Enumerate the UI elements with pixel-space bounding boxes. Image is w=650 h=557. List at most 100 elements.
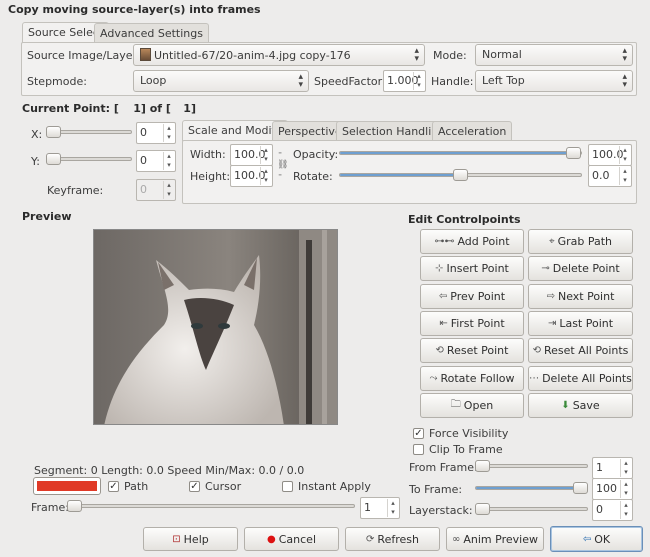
x-spin[interactable]: 0 ▴ ▾	[136, 122, 176, 144]
ok-button[interactable]: ⇦ OK	[550, 526, 643, 552]
from-frame-slider[interactable]	[475, 460, 588, 472]
grab-path-label: Grab Path	[557, 235, 613, 248]
x-slider-knob[interactable]	[46, 126, 61, 138]
cat-photo-image	[94, 230, 337, 424]
tab-acceleration[interactable]: Acceleration	[432, 121, 513, 141]
spin-arrows-icon[interactable]: ▴ ▾	[163, 152, 174, 170]
refresh-button[interactable]: ⟳ Refresh	[345, 527, 440, 551]
spin-arrows-icon[interactable]: ▴ ▾	[413, 72, 424, 90]
next-point-button[interactable]: ⇨ Next Point	[528, 284, 633, 309]
from-frame-spin[interactable]: 1 ▴ ▾	[592, 457, 633, 479]
combo-arrows-icon: ▴ ▾	[298, 72, 303, 90]
opacity-slider[interactable]	[339, 147, 582, 159]
x-slider[interactable]	[46, 126, 132, 138]
source-image-layer-combo[interactable]: Untitled-67/20-anim-4.jpg copy-176 ▴ ▾	[133, 44, 425, 66]
spin-arrows-icon[interactable]: ▴ ▾	[620, 501, 631, 519]
height-spin[interactable]: 100.0 ▴ ▾	[230, 165, 273, 187]
folder-icon: 🗀	[450, 399, 461, 410]
help-button[interactable]: ⊡ Help	[143, 527, 238, 551]
rotate-spin[interactable]: 0.0 ▴ ▾	[588, 165, 632, 187]
spin-arrows-icon[interactable]: ▴ ▾	[619, 167, 630, 185]
layerstack-spin[interactable]: 0 ▴ ▾	[592, 499, 633, 521]
cancel-button[interactable]: ● Cancel	[244, 527, 339, 551]
grab-path-button[interactable]: ⌖ Grab Path	[528, 229, 633, 254]
from-frame-label: From Frame:	[409, 461, 478, 474]
mode-combo[interactable]: Normal ▴ ▾	[475, 44, 633, 66]
clip-to-frame-checkbox[interactable]: Clip To Frame	[413, 443, 503, 456]
cancel-icon: ●	[267, 533, 276, 545]
path-checkbox[interactable]: ✓ Path	[108, 480, 148, 493]
opacity-spin[interactable]: 100.0 ▴ ▾	[588, 144, 632, 166]
delete-point-button[interactable]: ⊸ Delete Point	[528, 256, 633, 281]
prev-point-button[interactable]: ⇦ Prev Point	[420, 284, 524, 309]
cursor-checkbox[interactable]: ✓ Cursor	[189, 480, 241, 493]
open-button[interactable]: 🗀 Open	[420, 393, 524, 418]
x-label: X:	[31, 128, 43, 141]
spin-arrows-icon[interactable]: ▴ ▾	[260, 146, 271, 164]
stepmode-combo[interactable]: Loop ▴ ▾	[133, 70, 309, 92]
spin-arrows-icon[interactable]: ▴ ▾	[387, 499, 398, 517]
grab-path-icon: ⌖	[548, 236, 555, 247]
save-button[interactable]: ⬇ Save	[528, 393, 633, 418]
rotate-value: 0.0	[592, 169, 610, 182]
path-color-button[interactable]	[33, 477, 101, 495]
checkbox-icon[interactable]	[282, 481, 293, 492]
frame-slider-knob[interactable]	[67, 500, 82, 512]
frame-spin[interactable]: 1 ▴ ▾	[360, 497, 400, 519]
spin-arrows-icon[interactable]: ▴ ▾	[620, 480, 631, 498]
first-point-button[interactable]: ⇤ First Point	[420, 311, 524, 336]
layerstack-value: 0	[596, 503, 603, 516]
rotate-slider[interactable]	[339, 169, 582, 181]
spin-arrows-icon[interactable]: ▴ ▾	[163, 124, 174, 142]
anim-preview-button[interactable]: ∞ Anim Preview	[446, 527, 544, 551]
reset-point-button[interactable]: ⟲ Reset Point	[420, 338, 524, 363]
checkbox-icon[interactable]: ✓	[189, 481, 200, 492]
checkbox-icon[interactable]: ✓	[108, 481, 119, 492]
edit-controlpoints-heading: Edit Controlpoints	[408, 213, 521, 226]
rotate-follow-button[interactable]: ⤳ Rotate Follow	[420, 366, 524, 391]
checkbox-icon[interactable]	[413, 444, 424, 455]
rotate-follow-icon: ⤳	[429, 373, 438, 384]
frame-slider[interactable]	[67, 500, 355, 512]
tab-advanced-settings[interactable]: Advanced Settings	[94, 23, 209, 43]
frame-value: 1	[364, 501, 371, 514]
insert-point-label: Insert Point	[446, 262, 509, 275]
spin-arrows-icon[interactable]: ▴ ▾	[260, 167, 271, 185]
layerstack-slider-knob[interactable]	[475, 503, 490, 515]
total-points-value: 1	[183, 102, 191, 115]
speedfactor-spin[interactable]: 1.000 ▴ ▾	[383, 70, 426, 92]
open-label: Open	[463, 399, 494, 412]
from-frame-value: 1	[596, 461, 603, 474]
instant-apply-checkbox[interactable]: Instant Apply	[282, 480, 371, 493]
segment-value: 0	[90, 464, 98, 477]
layerstack-slider[interactable]	[475, 503, 588, 515]
insert-point-button[interactable]: ⊹ Insert Point	[420, 256, 524, 281]
handle-combo[interactable]: Left Top ▴ ▾	[475, 70, 633, 92]
from-frame-slider-knob[interactable]	[475, 460, 490, 472]
y-slider[interactable]	[46, 153, 132, 165]
add-point-button[interactable]: ⊶⊷ Add Point	[420, 229, 524, 254]
chain-link-icon[interactable]: ╴ ⛓ ╴	[277, 149, 288, 183]
rotate-slider-knob[interactable]	[453, 169, 468, 181]
y-spin[interactable]: 0 ▴ ▾	[136, 150, 176, 172]
checkbox-icon[interactable]: ✓	[413, 428, 424, 439]
frame-label: Frame:	[31, 501, 69, 514]
reset-all-points-button[interactable]: ⟲ Reset All Points	[528, 338, 633, 363]
delete-all-points-button[interactable]: ⋯ Delete All Points	[528, 366, 633, 391]
y-slider-knob[interactable]	[46, 153, 61, 165]
to-frame-slider[interactable]	[475, 482, 588, 494]
preview-canvas[interactable]	[93, 229, 338, 425]
force-visibility-checkbox[interactable]: ✓ Force Visibility	[413, 427, 508, 440]
spin-arrows-icon[interactable]: ▴ ▾	[619, 146, 630, 164]
spin-arrows-icon[interactable]: ▴ ▾	[620, 459, 631, 477]
delete-all-points-label: Delete All Points	[542, 372, 632, 385]
handle-value: Left Top	[482, 74, 525, 87]
to-frame-slider-knob[interactable]	[573, 482, 588, 494]
opacity-slider-knob[interactable]	[566, 147, 581, 159]
help-label: Help	[183, 532, 209, 546]
last-point-button[interactable]: ⇥ Last Point	[528, 311, 633, 336]
window-title: Copy moving source-layer(s) into frames	[8, 3, 261, 16]
to-frame-spin[interactable]: 100 ▴ ▾	[592, 478, 633, 500]
width-spin[interactable]: 100.0 ▴ ▾	[230, 144, 273, 166]
delete-point-icon: ⊸	[541, 263, 550, 274]
